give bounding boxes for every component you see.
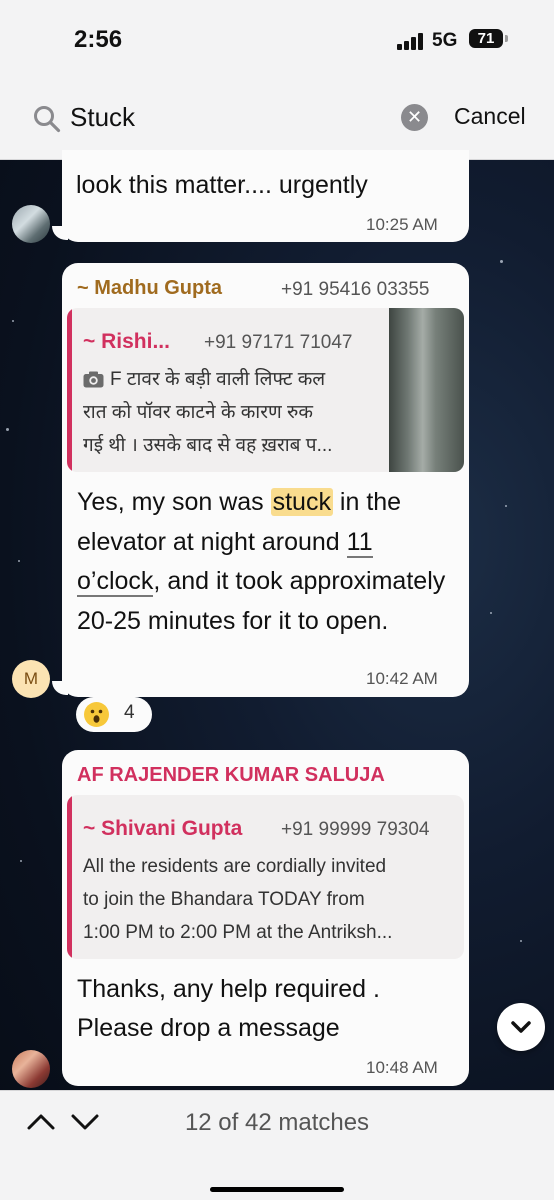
- clear-search-icon[interactable]: ✕: [401, 104, 428, 131]
- quote-line: गई थी । उसके बाद से वह ख़राब प...: [83, 435, 333, 456]
- search-input[interactable]: Stuck: [70, 102, 135, 133]
- sender-name[interactable]: ~ Madhu Gupta: [77, 277, 222, 300]
- quote-phone: +91 99999 79304: [281, 819, 430, 840]
- background-star: [505, 505, 507, 507]
- quote-line: All the residents are cordially invited: [83, 856, 387, 877]
- quoted-message[interactable]: ~ Rishi... +91 97171 71047 F टावर के बड़…: [67, 308, 464, 472]
- background-star: [490, 612, 492, 614]
- background-star: [20, 860, 22, 862]
- message-text-line: Thanks, any help required .: [77, 975, 380, 1003]
- message-time: 10:42 AM: [366, 669, 438, 688]
- message-time: 10:25 AM: [366, 215, 438, 234]
- search-match-highlight: stuck: [270, 488, 333, 516]
- battery-icon: 71: [469, 29, 508, 48]
- avatar[interactable]: [12, 1050, 50, 1088]
- camera-icon: [83, 371, 104, 388]
- quote-phone: +91 97171 71047: [204, 332, 353, 353]
- quote-sender: ~ Shivani Gupta: [83, 817, 243, 840]
- search-results-bar: 12 of 42 matches: [0, 1090, 554, 1200]
- home-indicator: [210, 1187, 344, 1192]
- cellular-signal-icon: [397, 32, 427, 50]
- message-text: look this matter.... urgently: [76, 171, 368, 199]
- reaction-count: 4: [124, 702, 135, 723]
- avatar[interactable]: [12, 205, 50, 243]
- quote-accent-bar: [67, 308, 72, 472]
- sender-phone: +91 95416 03355: [281, 279, 430, 300]
- background-star: [12, 320, 14, 322]
- avatar[interactable]: M: [12, 660, 50, 698]
- scroll-to-bottom-button[interactable]: [497, 1003, 545, 1051]
- sender-name[interactable]: AF RAJENDER KUMAR SALUJA: [77, 764, 385, 787]
- message-bubble[interactable]: look this matter.... urgently 10:25 AM: [62, 150, 469, 242]
- network-type: 5G: [432, 30, 458, 51]
- background-star: [18, 560, 20, 562]
- quote-line: F टावर के बड़ी वाली लिफ्ट कल: [110, 369, 326, 390]
- quoted-message[interactable]: ~ Shivani Gupta +91 99999 79304 All the …: [67, 795, 464, 959]
- quote-line: to join the Bhandara TODAY from: [83, 889, 365, 910]
- status-time: 2:56: [74, 26, 123, 53]
- reaction-badge[interactable]: 4: [76, 697, 152, 732]
- search-icon: [34, 106, 61, 133]
- search-header: 2:56 5G 71 Stuck ✕ Cancel: [0, 0, 554, 160]
- message-bubble[interactable]: ~ Madhu Gupta +91 95416 03355 ~ Rishi...…: [62, 263, 469, 697]
- message-bubble[interactable]: AF RAJENDER KUMAR SALUJA ~ Shivani Gupta…: [62, 750, 469, 1086]
- match-count: 12 of 42 matches: [184, 1109, 370, 1136]
- background-star: [6, 428, 9, 431]
- quote-line: 1:00 PM to 2:00 PM at the Antriksh...: [83, 922, 393, 943]
- quote-image-thumbnail: [389, 308, 464, 472]
- quote-accent-bar: [67, 795, 72, 959]
- quote-sender: ~ Rishi...: [83, 330, 170, 353]
- message-text: Yes, my son was stuck in the elevator at…: [77, 488, 446, 635]
- background-star: [520, 940, 522, 942]
- quote-line: रात को पॉवर काटने के कारण रुक: [83, 402, 313, 423]
- surprised-face-icon: [84, 702, 109, 727]
- message-time: 10:48 AM: [366, 1058, 438, 1077]
- chevron-down-icon: [511, 1021, 531, 1033]
- background-star: [500, 260, 503, 263]
- cancel-button[interactable]: Cancel: [454, 103, 526, 130]
- message-text-line: Please drop a message: [77, 1014, 340, 1042]
